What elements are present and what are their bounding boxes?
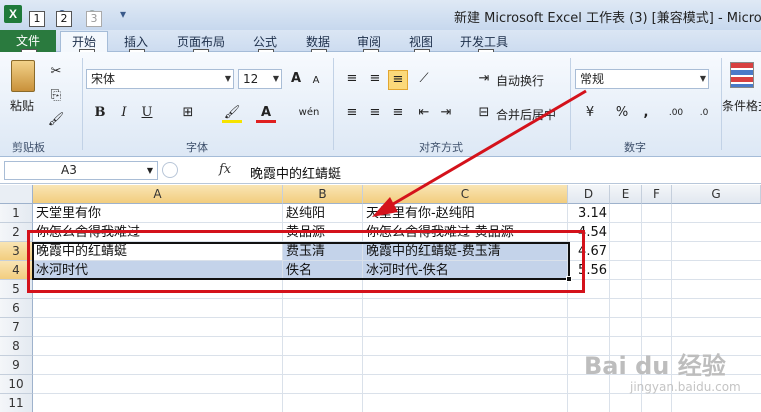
- baidu-watermark-url: jingyan.baidu.com: [630, 380, 741, 394]
- annotation-arrow-head: [372, 197, 398, 217]
- annotation-arrow-line: [387, 89, 587, 209]
- baidu-watermark: Bai du 经验: [584, 352, 726, 380]
